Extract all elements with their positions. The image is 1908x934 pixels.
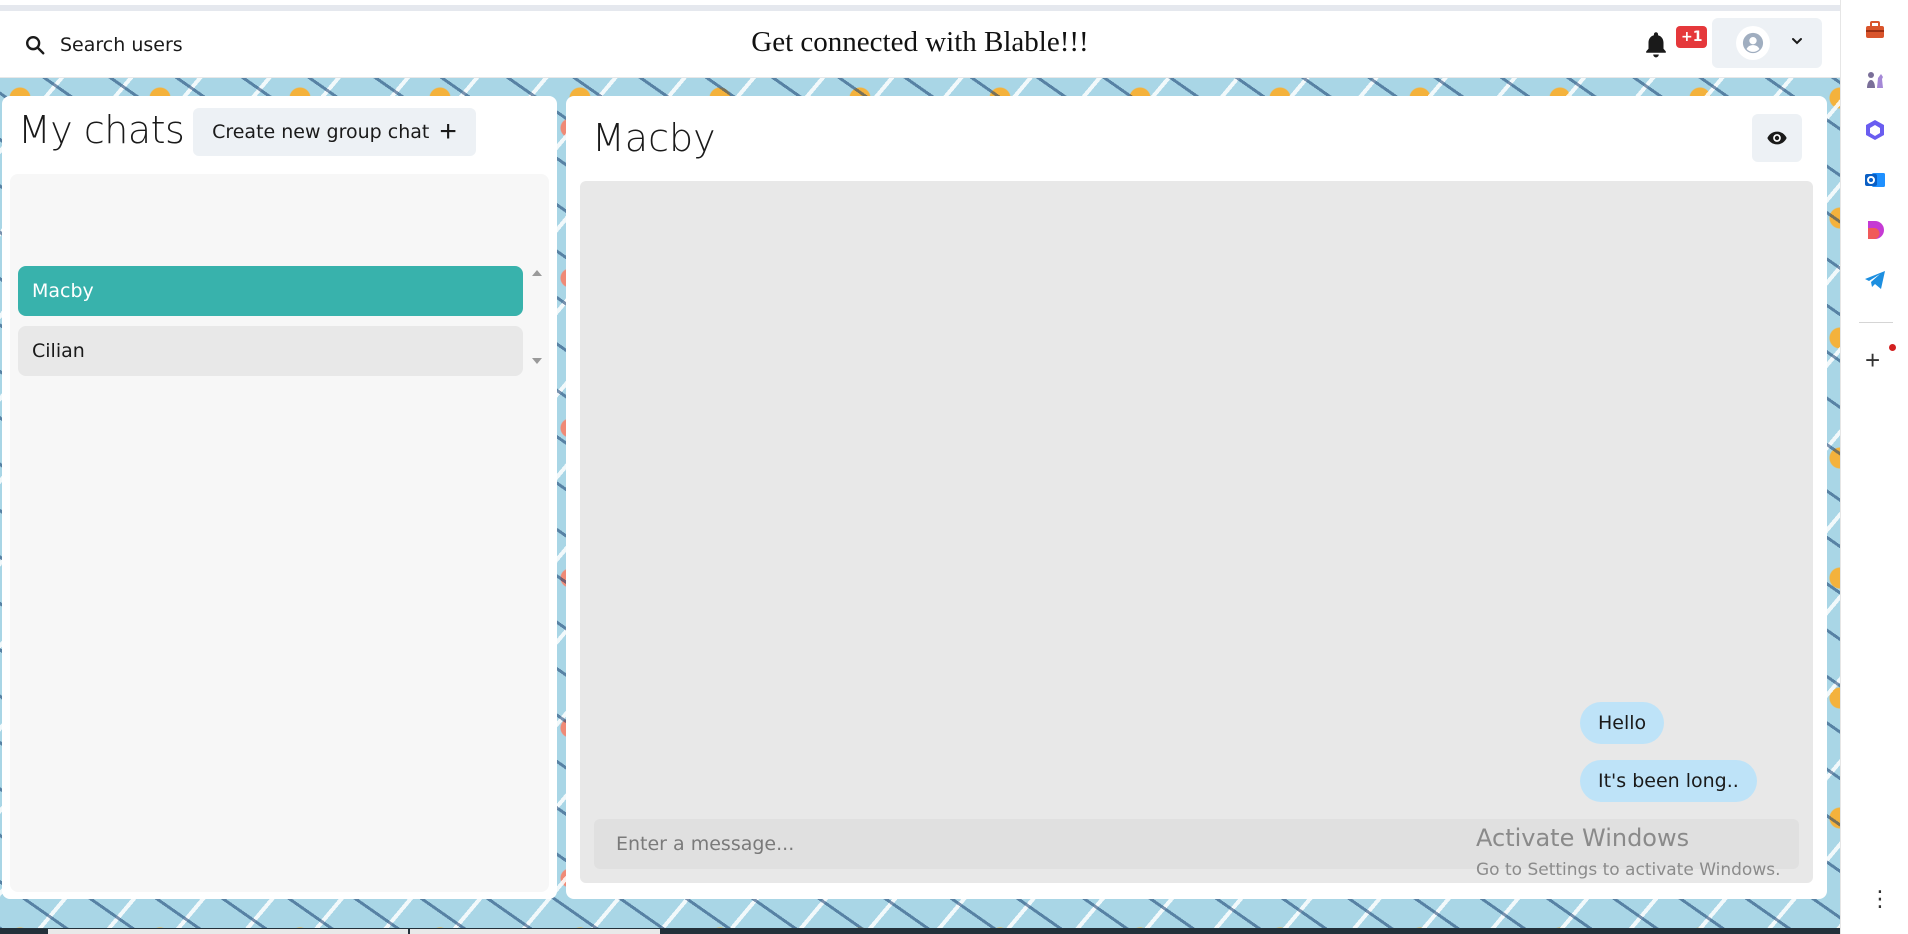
add-icon[interactable]: + <box>1865 347 1880 373</box>
outlook-icon[interactable] <box>1863 168 1887 192</box>
chess-icon[interactable] <box>1863 68 1887 92</box>
chat-item-macby[interactable]: Macby <box>18 266 523 316</box>
message-text: Hello <box>1598 712 1647 734</box>
copilot-icon[interactable] <box>1863 118 1887 142</box>
eye-icon <box>1767 131 1787 145</box>
bottom-taskbar-strip <box>0 928 1840 934</box>
notification-badge: +1 <box>1676 26 1708 48</box>
scroll-down-arrow-icon[interactable] <box>532 358 542 364</box>
top-divider <box>0 5 1840 11</box>
bell-icon <box>1646 32 1666 58</box>
app-header: Search users Get connected with Blable!!… <box>0 12 1840 78</box>
chat-item-cilian[interactable]: Cilian <box>18 326 523 376</box>
chat-panel: Macby Hello It's been long.. <box>566 96 1827 899</box>
plus-icon: + <box>439 115 457 148</box>
chat-item-label: Cilian <box>32 340 85 362</box>
create-group-chat-label: Create new group chat <box>212 121 430 143</box>
browser-sidebar: + ⋮ <box>1840 0 1908 934</box>
message-input[interactable] <box>594 819 1799 869</box>
chat-list: Macby Cilian <box>10 174 549 892</box>
user-avatar-icon <box>1742 32 1764 54</box>
message-bubble: It's been long.. <box>1580 760 1757 802</box>
chevron-down-icon <box>1790 34 1804 53</box>
briefcase-icon[interactable] <box>1863 18 1887 42</box>
scroll-up-arrow-icon[interactable] <box>532 270 542 276</box>
message-bubble: Hello <box>1580 702 1665 744</box>
app-title: Get connected with Blable!!! <box>751 26 1089 58</box>
sidebar-divider <box>1859 322 1893 323</box>
view-profile-button[interactable] <box>1752 114 1802 162</box>
avatar <box>1736 26 1770 60</box>
my-chats-panel: My chats Create new group chat + Macby C… <box>2 96 557 899</box>
chat-title: Macby <box>592 116 716 160</box>
search-users-label: Search users <box>60 34 183 56</box>
profile-menu-button[interactable] <box>1712 18 1822 68</box>
chat-list-scrollbar[interactable] <box>530 266 544 368</box>
my-chats-title: My chats <box>18 108 185 152</box>
more-options-icon[interactable]: ⋮ <box>1869 888 1891 910</box>
create-group-chat-button[interactable]: Create new group chat + <box>193 108 476 156</box>
notification-dot <box>1889 344 1896 351</box>
notifications-button[interactable] <box>1642 30 1670 62</box>
search-users-button[interactable]: Search users <box>14 26 194 64</box>
search-icon <box>26 36 45 55</box>
message-text: It's been long.. <box>1598 770 1739 792</box>
messages-area: Hello It's been long.. <box>580 181 1813 883</box>
chat-item-label: Macby <box>32 280 94 302</box>
designer-icon[interactable] <box>1863 218 1887 242</box>
telegram-icon[interactable] <box>1863 268 1887 292</box>
